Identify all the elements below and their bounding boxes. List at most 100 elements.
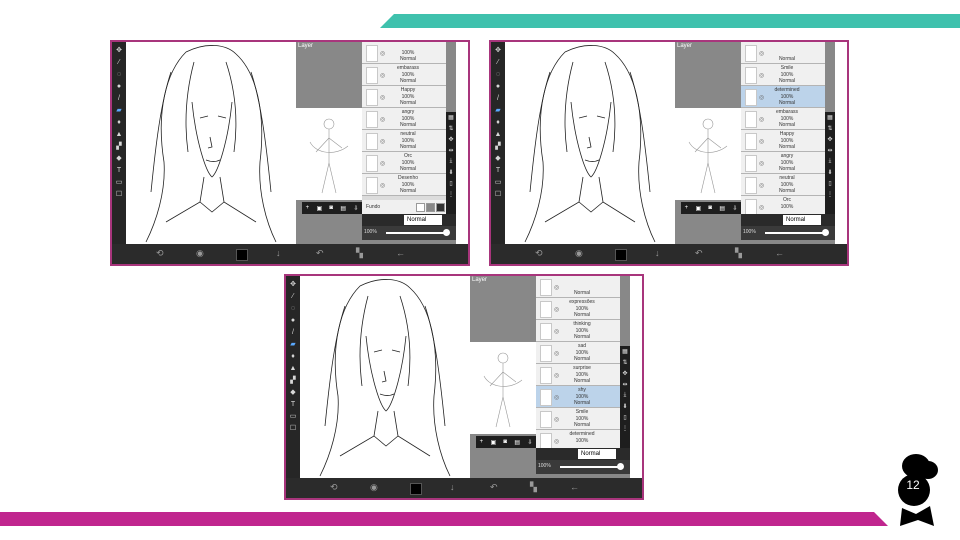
- brush-size-icon[interactable]: ◉: [196, 248, 204, 259]
- fill-icon[interactable]: ▞: [289, 377, 297, 385]
- layer-row[interactable]: ◎ Normal: [741, 42, 825, 64]
- trash-icon[interactable]: ▯: [828, 180, 831, 187]
- eraser-icon[interactable]: ▰: [494, 107, 502, 115]
- frame-divider-icon[interactable]: ▭: [289, 413, 297, 421]
- color-swatch[interactable]: [615, 249, 627, 261]
- flip-icon[interactable]: ⇹: [622, 381, 627, 388]
- opacity-slider[interactable]: [765, 232, 825, 234]
- color-swatch[interactable]: [410, 483, 422, 495]
- layer-row[interactable]: ◎ shy 100% Normal: [536, 386, 620, 408]
- visibility-eye-icon[interactable]: ◎: [759, 204, 764, 211]
- merge-icon[interactable]: ⇩: [527, 439, 532, 446]
- visibility-eye-icon[interactable]: ◎: [759, 72, 764, 79]
- filter-icon[interactable]: ●: [289, 317, 297, 325]
- frame-divider-icon[interactable]: ▭: [494, 179, 502, 187]
- camera-icon[interactable]: ◙: [329, 205, 333, 211]
- move-tool-icon[interactable]: ✥: [289, 281, 297, 289]
- fit-icon[interactable]: ⤓: [450, 158, 453, 165]
- canvas-preview[interactable]: [675, 108, 741, 200]
- filter-icon[interactable]: ●: [115, 83, 123, 91]
- smudge-icon[interactable]: ♦: [115, 119, 123, 127]
- smudge-icon[interactable]: ♦: [289, 353, 297, 361]
- visibility-eye-icon[interactable]: ◎: [554, 416, 559, 423]
- more-icon[interactable]: ⋮: [622, 425, 628, 432]
- layer-row[interactable]: ◎ determined 100%: [536, 430, 620, 448]
- rotate-icon[interactable]: ⟲: [535, 248, 543, 259]
- layers-icon[interactable]: ▚: [530, 482, 537, 493]
- opacity-knob[interactable]: [443, 229, 450, 236]
- flip-icon[interactable]: ⇹: [448, 147, 453, 154]
- canvas-preview[interactable]: [296, 108, 362, 200]
- fill-icon[interactable]: ▞: [115, 143, 123, 151]
- brush-icon[interactable]: /: [289, 329, 297, 337]
- layer-row[interactable]: ◎ Orc 100% Normal: [362, 152, 446, 174]
- hand-icon[interactable]: ☐: [494, 191, 502, 199]
- duplicate-layer-icon[interactable]: ▣: [695, 205, 701, 212]
- rotate-icon[interactable]: ⟲: [330, 482, 338, 493]
- visibility-eye-icon[interactable]: ◎: [380, 138, 385, 145]
- down-arrow-icon[interactable]: ↓: [276, 248, 281, 258]
- layers-icon[interactable]: ▚: [356, 248, 363, 259]
- checker-icon[interactable]: ▦: [827, 114, 833, 121]
- visibility-eye-icon[interactable]: ◎: [554, 306, 559, 313]
- hand-icon[interactable]: ☐: [115, 191, 123, 199]
- fit-icon[interactable]: ⤓: [624, 392, 627, 399]
- visibility-eye-icon[interactable]: ◎: [380, 50, 385, 57]
- text-tool-icon[interactable]: T: [115, 167, 123, 175]
- brush-icon[interactable]: /: [115, 95, 123, 103]
- download-icon[interactable]: ⬇: [827, 169, 832, 176]
- dark-swatch[interactable]: [436, 203, 445, 212]
- layer-row[interactable]: ◎ angry 100% Normal: [362, 108, 446, 130]
- blend-mode-select[interactable]: Normal: [578, 449, 616, 459]
- visibility-eye-icon[interactable]: ◎: [759, 160, 764, 167]
- back-arrow-icon[interactable]: ←: [775, 248, 784, 258]
- layer-row[interactable]: ◎ surprise 100% Normal: [536, 364, 620, 386]
- layer-row[interactable]: ◎ neutral 100% Normal: [362, 130, 446, 152]
- fit-icon[interactable]: ⤓: [829, 158, 832, 165]
- color-swatch[interactable]: [236, 249, 248, 261]
- more-icon[interactable]: ⋮: [448, 191, 454, 198]
- blend-mode-select[interactable]: Normal: [783, 215, 821, 225]
- brush-icon[interactable]: /: [494, 95, 502, 103]
- hand-icon[interactable]: ☐: [289, 425, 297, 433]
- layer-row[interactable]: ◎ Happy 100% Normal: [741, 130, 825, 152]
- layer-row[interactable]: ◎ Orc 100%: [741, 196, 825, 214]
- visibility-eye-icon[interactable]: ◎: [759, 50, 764, 57]
- layer-row[interactable]: ◎ embarass 100% Normal: [362, 64, 446, 86]
- layer-swap-icon[interactable]: ⇅: [448, 125, 453, 132]
- download-icon[interactable]: ⬇: [622, 403, 627, 410]
- layer-row[interactable]: ◎ Smile 100% Normal: [741, 64, 825, 86]
- undo-icon[interactable]: ↶: [316, 248, 324, 259]
- download-icon[interactable]: ⬇: [448, 169, 453, 176]
- smudge-icon[interactable]: ♦: [494, 119, 502, 127]
- visibility-eye-icon[interactable]: ◎: [554, 328, 559, 335]
- undo-icon[interactable]: ↶: [490, 482, 498, 493]
- white-swatch[interactable]: [416, 203, 425, 212]
- layer-swap-icon[interactable]: ⇅: [622, 359, 627, 366]
- camera-icon[interactable]: ◙: [503, 439, 507, 445]
- blur-icon[interactable]: ▲: [494, 131, 502, 139]
- folder-icon[interactable]: ▤: [514, 439, 520, 446]
- undo-icon[interactable]: ↶: [695, 248, 703, 259]
- visibility-eye-icon[interactable]: ◎: [554, 372, 559, 379]
- add-layer-icon[interactable]: +: [685, 205, 689, 211]
- visibility-eye-icon[interactable]: ◎: [380, 182, 385, 189]
- down-arrow-icon[interactable]: ↓: [450, 482, 455, 492]
- blend-mode-select[interactable]: Normal: [404, 215, 442, 225]
- lasso-icon[interactable]: ◌: [115, 71, 123, 79]
- add-layer-icon[interactable]: +: [480, 439, 484, 445]
- move-layer-icon[interactable]: ✥: [448, 136, 453, 143]
- checker-icon[interactable]: ▦: [448, 114, 454, 121]
- layer-row[interactable]: ◎ embarass 100% Normal: [741, 108, 825, 130]
- eyedropper-icon[interactable]: ◆: [494, 155, 502, 163]
- visibility-eye-icon[interactable]: ◎: [380, 94, 385, 101]
- visibility-eye-icon[interactable]: ◎: [759, 94, 764, 101]
- layer-row[interactable]: ◎ 100% Normal: [362, 42, 446, 64]
- visibility-eye-icon[interactable]: ◎: [759, 182, 764, 189]
- move-layer-icon[interactable]: ✥: [827, 136, 832, 143]
- flip-icon[interactable]: ⇹: [827, 147, 832, 154]
- checker-icon[interactable]: ▦: [622, 348, 628, 355]
- brush-size-icon[interactable]: ◉: [370, 482, 378, 493]
- merge-icon[interactable]: ⇩: [732, 205, 737, 212]
- layer-row[interactable]: ◎ sad 100% Normal: [536, 342, 620, 364]
